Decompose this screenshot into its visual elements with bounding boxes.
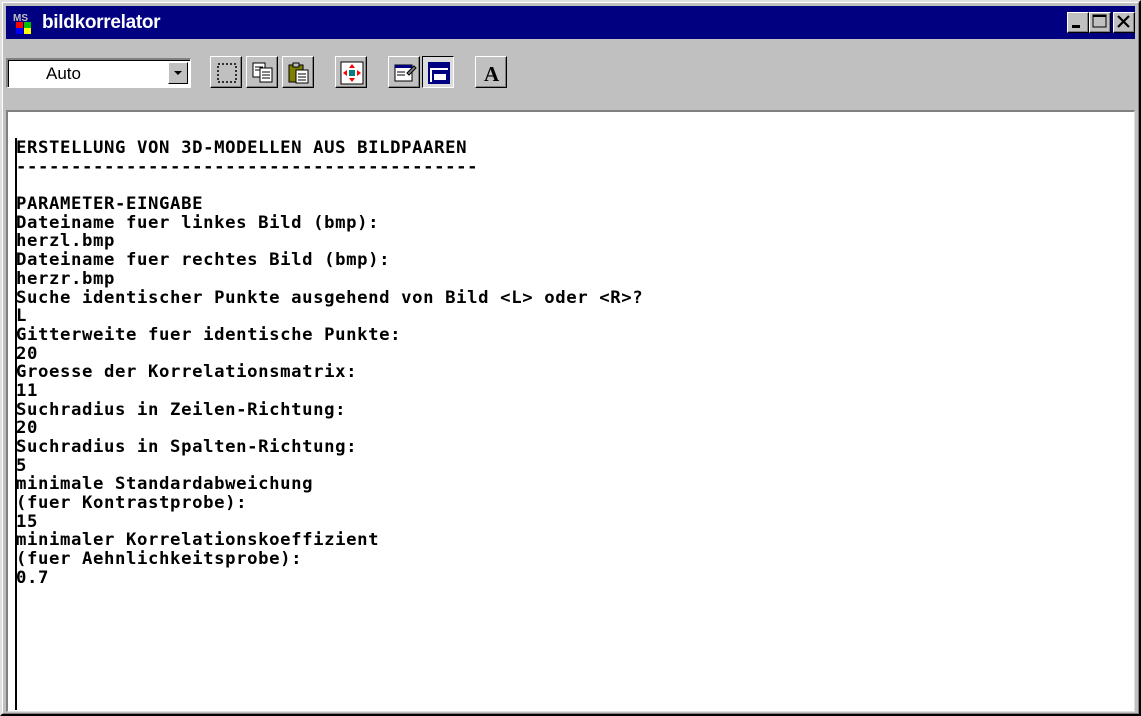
fullscreen-icon [340,61,364,85]
minimize-button[interactable] [1067,12,1089,33]
font-button[interactable]: A [475,56,507,88]
console-line: 5 [16,455,28,476]
chevron-down-icon [174,71,182,75]
dropdown-arrow-button[interactable] [168,62,188,84]
svg-text:A: A [484,62,500,85]
close-button[interactable] [1113,12,1135,33]
paste-button[interactable] [282,56,314,88]
maximize-icon [1092,14,1107,28]
console-line: minimaler Korrelationskoeffizient [16,530,380,551]
font-size-value: Auto [46,64,81,83]
console-line: 20 [16,418,39,439]
console-text: ERSTELLUNG VON 3D-MODELLEN AUS BILDPAARE… [16,139,643,588]
mark-icon [217,63,237,83]
copy-button[interactable] [246,56,278,88]
font-icon: A [484,62,500,85]
console-line: (fuer Kontrastprobe): [16,493,248,514]
msdos-app-icon[interactable]: MS [12,11,36,35]
window-title: bildkorrelator [42,12,161,33]
console-line: PARAMETER-EINGABE [16,194,204,215]
background-button[interactable] [422,56,454,88]
properties-button[interactable] [388,56,420,88]
properties-icon [394,64,417,82]
console-output-area[interactable]: ERSTELLUNG VON 3D-MODELLEN AUS BILDPAARE… [6,110,1135,712]
console-line: herzl.bmp [16,231,116,252]
console-line: Groesse der Korrelationsmatrix: [16,362,358,383]
font-size-dropdown[interactable]: Auto [6,58,191,88]
close-icon [1117,15,1130,28]
console-line: 11 [16,380,39,401]
console-line: 0.7 [16,567,50,588]
fullscreen-button[interactable] [335,56,367,88]
console-line: Suchradius in Spalten-Richtung: [16,437,358,457]
minimize-icon [1072,25,1080,28]
console-line: Gitterweite fuer identische Punkte: [16,324,402,345]
console-line: herzr.bmp [16,268,116,289]
console-window: MS bildkorrelator Auto A ERSTELLUNG VON … [0,0,1141,716]
copy-icon [252,62,273,83]
console-line: Dateiname fuer linkes Bild (bmp): [16,212,380,233]
mark-button[interactable] [210,56,242,88]
console-line: Suchradius in Zeilen-Richtung: [16,399,347,420]
console-line: 15 [16,511,39,532]
maximize-button[interactable] [1089,12,1111,33]
console-line: 20 [16,343,39,364]
console-line: ----------------------------------------… [16,156,479,177]
console-line: (fuer Aehnlichkeitsprobe): [16,549,303,570]
console-line: Suche identischer Punkte ausgehend von B… [16,287,644,308]
background-icon [428,62,450,84]
console-line: ERSTELLUNG VON 3D-MODELLEN AUS BILDPAARE… [16,138,468,158]
toolbar: Auto A [6,42,1135,106]
console-line: L [16,306,28,327]
title-bar[interactable]: MS bildkorrelator [6,6,1135,39]
console-line: Dateiname fuer rechtes Bild (bmp): [16,250,391,271]
console-line: minimale Standardabweichung [16,474,314,495]
paste-icon [288,62,309,84]
